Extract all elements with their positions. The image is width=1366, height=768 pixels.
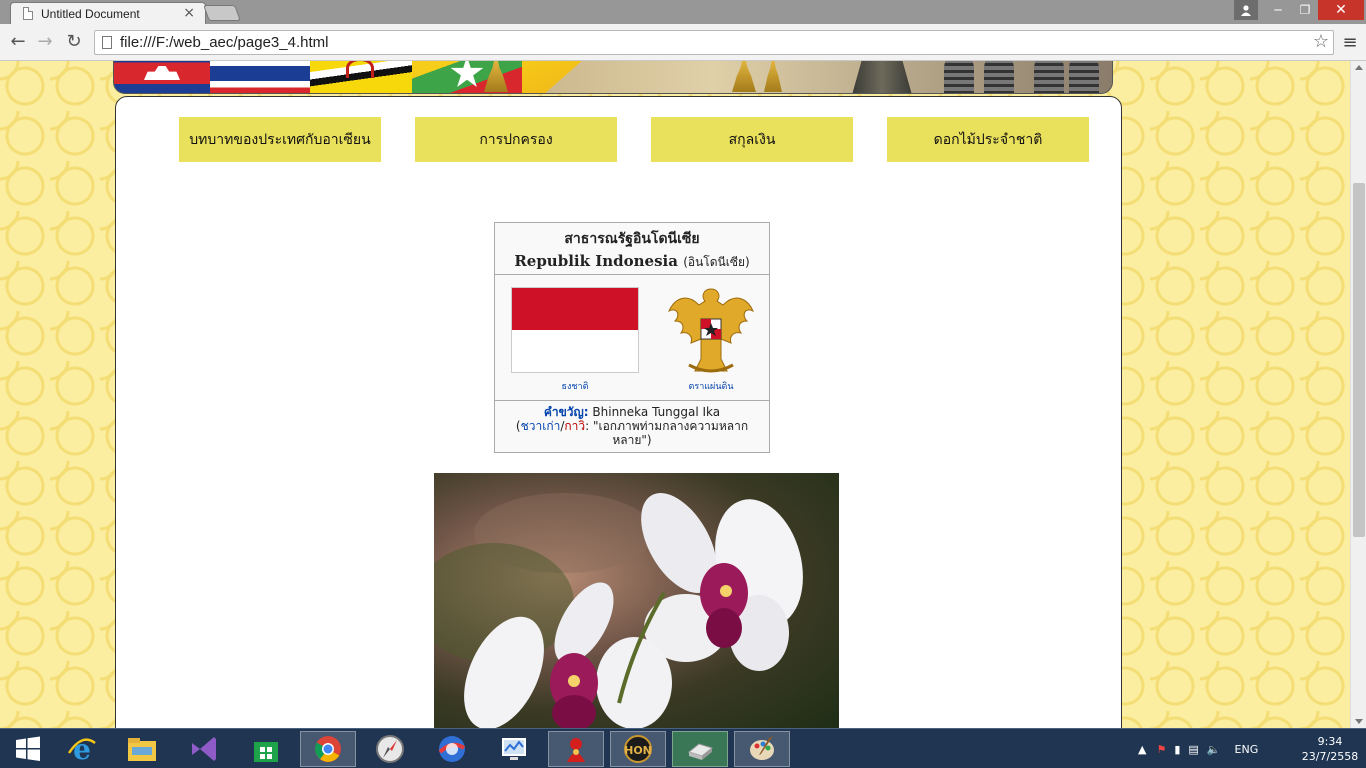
scroll-down-arrow-icon[interactable]	[1355, 719, 1363, 724]
menu-item-government[interactable]: การปกครอง	[415, 117, 617, 162]
drive-app-icon[interactable]	[672, 731, 728, 767]
chrome-icon[interactable]	[300, 731, 356, 767]
taskbar-clock[interactable]: 9:34 23/7/2558	[1300, 734, 1360, 764]
document-icon	[23, 7, 33, 20]
battery-icon[interactable]: ▮	[1174, 743, 1180, 756]
country-native-name: Republik Indonesia (อินโดนีเซีย)	[495, 252, 769, 272]
system-tray: ▲ ⚑ ▮ ▤ 🔈 ENG	[1138, 729, 1258, 768]
reload-icon[interactable]: ↻	[62, 30, 86, 54]
old-javanese-link[interactable]: ชวาเก่า	[521, 419, 561, 433]
page-viewport: บทบาทของประเทศกับอาเซียน การปกครอง สกุลเ…	[0, 61, 1350, 728]
motto-translation: : "เอกภาพท่ามกลางความหลากหลาย")	[585, 419, 749, 447]
native-language-label: (อินโดนีเซีย)	[683, 255, 750, 269]
thailand-flag-image	[210, 61, 310, 93]
tower-image	[1034, 61, 1064, 93]
country-infobox: สาธารณรัฐอินโดนีเซีย Republik Indonesia …	[494, 222, 770, 453]
maximize-button[interactable]: ❐	[1290, 0, 1320, 20]
tab-title: Untitled Document	[41, 7, 140, 21]
kawi-link[interactable]: กาวิ	[564, 419, 585, 433]
moon-orchid-photo	[434, 473, 839, 728]
page-icon	[102, 36, 112, 49]
flag-caption-link[interactable]: ธงชาติ	[511, 379, 639, 393]
network-icon[interactable]: ▤	[1188, 743, 1198, 756]
infobox-images: ธงชาติ ตราแผ่นดิน	[495, 275, 769, 401]
language-indicator[interactable]: ENG	[1235, 743, 1259, 756]
menu-item-asean-role[interactable]: บทบาทของประเทศกับอาเซียน	[179, 117, 381, 162]
back-arrow-icon[interactable]: ←	[6, 30, 30, 54]
infobox-motto: คำขวัญ: Bhinneka Tunggal Ika (ชวาเก่า/กา…	[495, 401, 769, 447]
clock-time: 9:34	[1317, 735, 1343, 748]
hon-game-icon[interactable]: HON	[610, 731, 666, 767]
header-banner	[113, 61, 1113, 94]
visual-studio-icon[interactable]	[176, 731, 232, 767]
browser-app-icon[interactable]	[424, 731, 480, 767]
chrome-menu-icon[interactable]: ≡	[1340, 32, 1360, 53]
svg-text:e: e	[73, 733, 91, 765]
menu-item-national-flower[interactable]: ดอกไม้ประจำชาติ	[887, 117, 1089, 162]
clock-date: 23/7/2558	[1301, 750, 1359, 763]
page-scrollbar[interactable]	[1350, 61, 1366, 728]
browser-tab-bar: Untitled Document × ─ ❐ ✕	[0, 0, 1366, 24]
indonesia-flag-image[interactable]	[511, 287, 639, 373]
topic-menu: บทบาทของประเทศกับอาเซียน การปกครอง สกุลเ…	[179, 117, 1089, 163]
close-window-button[interactable]: ✕	[1318, 0, 1364, 20]
native-name-text: Republik Indonesia	[514, 252, 678, 270]
country-thai-name: สาธารณรัฐอินโดนีเซีย	[564, 231, 700, 247]
brunei-flag-image	[310, 61, 412, 93]
url-text[interactable]: file:///F:/web_aec/page3_4.html	[120, 34, 328, 51]
start-icon[interactable]	[0, 731, 56, 767]
browser-tab[interactable]: Untitled Document ×	[10, 2, 206, 24]
show-hidden-icons-icon[interactable]: ▲	[1138, 743, 1146, 756]
paint-app-icon[interactable]	[734, 731, 790, 767]
new-tab-button[interactable]	[203, 5, 241, 21]
monitor-app-icon[interactable]	[486, 731, 542, 767]
tower-image	[984, 61, 1014, 93]
action-center-flag-icon[interactable]: ⚑	[1156, 743, 1166, 756]
content-panel: บทบาทของประเทศกับอาเซียน การปกครอง สกุลเ…	[115, 96, 1122, 728]
scroll-up-arrow-icon[interactable]	[1355, 65, 1363, 70]
scrollbar-thumb[interactable]	[1353, 183, 1365, 537]
internet-explorer-icon[interactable]: e	[54, 731, 110, 767]
tower-image	[1069, 61, 1099, 93]
statue-image	[852, 61, 912, 93]
tower-image	[944, 61, 974, 93]
user-profile-icon[interactable]	[1234, 0, 1258, 20]
pagoda-image	[764, 61, 782, 92]
menu-item-currency[interactable]: สกุลเงิน	[651, 117, 853, 162]
svg-text:HON: HON	[624, 744, 652, 757]
motto-label-link[interactable]: คำขวัญ:	[544, 405, 589, 419]
volume-icon[interactable]: 🔈	[1207, 743, 1221, 756]
compass-app-icon[interactable]	[362, 731, 418, 767]
tab-close-button[interactable]: ×	[183, 5, 195, 21]
pagoda-image	[732, 61, 756, 92]
flag-image	[522, 61, 592, 93]
bookmark-star-icon[interactable]: ☆	[1313, 31, 1329, 52]
address-bar[interactable]: file:///F:/web_aec/page3_4.html ☆	[94, 30, 1334, 55]
store-icon[interactable]	[238, 731, 294, 767]
file-explorer-icon[interactable]	[114, 731, 170, 767]
minimize-button[interactable]: ─	[1263, 0, 1293, 20]
infobox-header: สาธารณรัฐอินโดนีเซีย Republik Indonesia …	[495, 223, 769, 275]
windows-taskbar: e HON ▲ ⚑ ▮ ▤ 🔈 ENG 9:34 23/7/2558	[0, 728, 1366, 768]
browser-toolbar: ← → ↻ file:///F:/web_aec/page3_4.html ☆ …	[0, 24, 1366, 61]
cambodia-flag-image	[114, 61, 210, 93]
motto-value: Bhinneka Tunggal Ika	[592, 405, 721, 419]
forward-arrow-icon[interactable]: →	[33, 30, 57, 54]
garuda-emblem-image[interactable]	[665, 281, 757, 377]
red-app-icon[interactable]	[548, 731, 604, 767]
emblem-caption-link[interactable]: ตราแผ่นดิน	[665, 379, 757, 393]
